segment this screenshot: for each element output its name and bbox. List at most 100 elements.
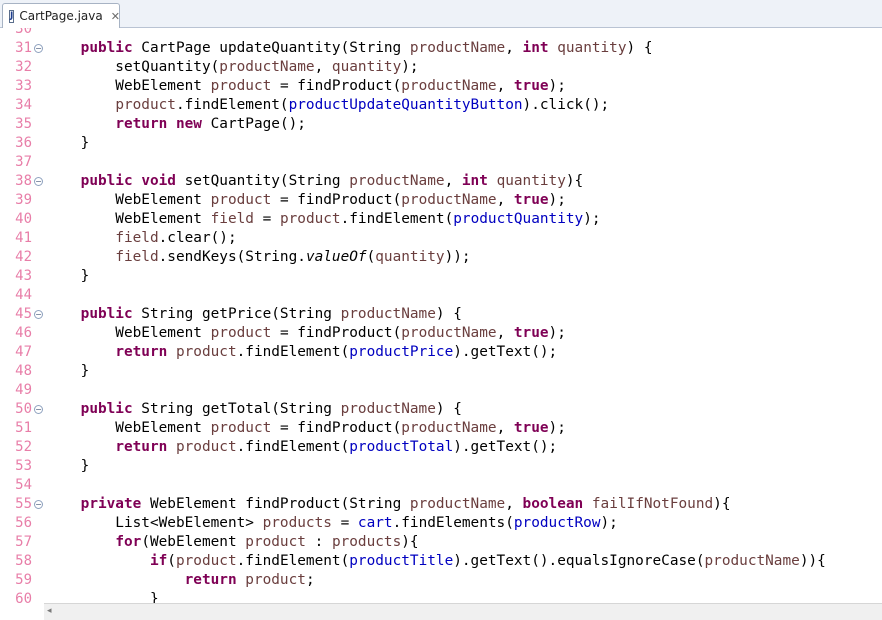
code-line[interactable]: 36 } [0,134,882,153]
code-line[interactable]: 32 setQuantity(productName, quantity); [0,58,882,77]
close-icon[interactable]: ✕ [111,11,120,22]
code-text: public String getPrice(String productNam… [46,305,462,324]
code-token: .findElement( [236,344,350,360]
code-token: ( [366,249,376,265]
collapse-fold-icon[interactable]: − [34,310,43,319]
collapse-fold-icon[interactable]: − [34,177,43,186]
code-line[interactable]: 43 } [0,267,882,286]
code-text: field.clear(); [46,229,236,248]
code-text: WebElement product = findProduct(product… [46,77,566,96]
code-token: WebElement [46,325,211,341]
line-number: 57 [15,534,32,550]
code-line[interactable]: 55− private WebElement findProduct(Strin… [0,495,882,514]
code-token: productTotal [349,439,454,455]
scroll-left-arrow-icon[interactable]: ◂ [47,606,52,616]
code-editor[interactable]: 30 31− public CartPage updateQuantity(Str… [0,28,882,603]
code-token: products [331,534,402,550]
code-token: setQuantity(String [175,173,350,189]
code-token: return [115,439,168,455]
code-token: WebElement [46,211,211,227]
code-line[interactable]: 45− public String getPrice(String produc… [0,305,882,324]
code-line[interactable]: 47 return product.findElement(productPri… [0,343,882,362]
code-line[interactable]: 42 field.sendKeys(String.valueOf(quantit… [0,248,882,267]
code-line[interactable]: 52 return product.findElement(productTot… [0,438,882,457]
code-token: productQuantity [453,211,584,227]
code-token: } [46,458,90,474]
code-token: ) { [626,40,653,56]
code-token: ).getText(); [453,439,558,455]
collapse-fold-icon[interactable]: − [34,405,43,414]
code-token: .findElement( [340,211,454,227]
code-token: ) { [435,306,462,322]
code-line[interactable]: 60 } [0,590,882,603]
code-token: ); [401,59,419,75]
code-line[interactable]: 40 WebElement field = product.findElemen… [0,210,882,229]
line-number: 53 [15,458,32,474]
code-token: productName [219,59,315,75]
code-line[interactable]: 31− public CartPage updateQuantity(Strin… [0,39,882,58]
collapse-fold-icon[interactable]: − [34,500,43,509]
code-line[interactable]: 56 List<WebElement> products = cart.find… [0,514,882,533]
code-line[interactable]: 35 return new CartPage(); [0,115,882,134]
code-token: productName [340,306,436,322]
code-line[interactable]: 50− public String getTotal(String produc… [0,400,882,419]
code-token: ).click(); [522,97,610,113]
code-token: .findElement( [236,439,350,455]
code-text: } [46,590,159,603]
code-token: return [115,344,168,360]
code-text: return new CartPage(); [46,115,306,134]
code-line[interactable]: 34 product.findElement(productUpdateQuan… [0,96,882,115]
line-number: 48 [15,363,32,379]
code-line[interactable]: 41 field.clear(); [0,229,882,248]
code-text: public CartPage updateQuantity(String pr… [46,39,653,58]
code-line[interactable]: 49 [0,381,882,400]
code-line[interactable]: 39 WebElement product = findProduct(prod… [0,191,882,210]
code-token: )); [444,249,471,265]
code-token: cart [357,515,393,531]
line-number: 47 [15,344,32,360]
horizontal-scrollbar[interactable]: ◂ [44,603,882,620]
code-line[interactable]: 38− public void setQuantity(String produ… [0,172,882,191]
tab-cartpage-java[interactable]: J CartPage.java ✕ [2,3,120,28]
code-line[interactable]: 51 WebElement product = findProduct(prod… [0,419,882,438]
line-number: 46 [15,325,32,341]
code-line[interactable]: 57 for(WebElement product : products){ [0,533,882,552]
code-text: List<WebElement> products = cart.findEle… [46,514,618,533]
code-token: quantity [331,59,402,75]
line-number: 36 [15,135,32,151]
code-line[interactable]: 37 [0,153,882,172]
code-line[interactable]: 44 [0,286,882,305]
code-token: public [80,401,133,417]
code-token: quantity [557,40,627,56]
code-line[interactable]: 48 } [0,362,882,381]
code-token: WebElement findProduct(String [141,496,410,512]
code-line[interactable]: 30 [0,28,882,39]
code-token: ); [548,325,566,341]
code-token: , [496,78,514,94]
code-line[interactable]: 59 return product; [0,571,882,590]
code-line[interactable]: 58 if(product.findElement(productTitle).… [0,552,882,571]
code-text: field.sendKeys(String.valueOf(quantity))… [46,248,471,267]
collapse-fold-icon[interactable]: − [34,44,43,53]
code-token: : [305,534,332,550]
code-line[interactable]: 33 WebElement product = findProduct(prod… [0,77,882,96]
code-token: productName [409,496,506,512]
code-line[interactable]: 46 WebElement product = findProduct(prod… [0,324,882,343]
code-token: ); [583,211,601,227]
code-line[interactable]: 53 } [0,457,882,476]
code-text: WebElement product = findProduct(product… [46,324,566,343]
code-token: product [210,78,272,94]
code-token: productName [704,553,800,569]
code-line[interactable]: 54 [0,476,882,495]
line-number: 55 [15,496,32,512]
